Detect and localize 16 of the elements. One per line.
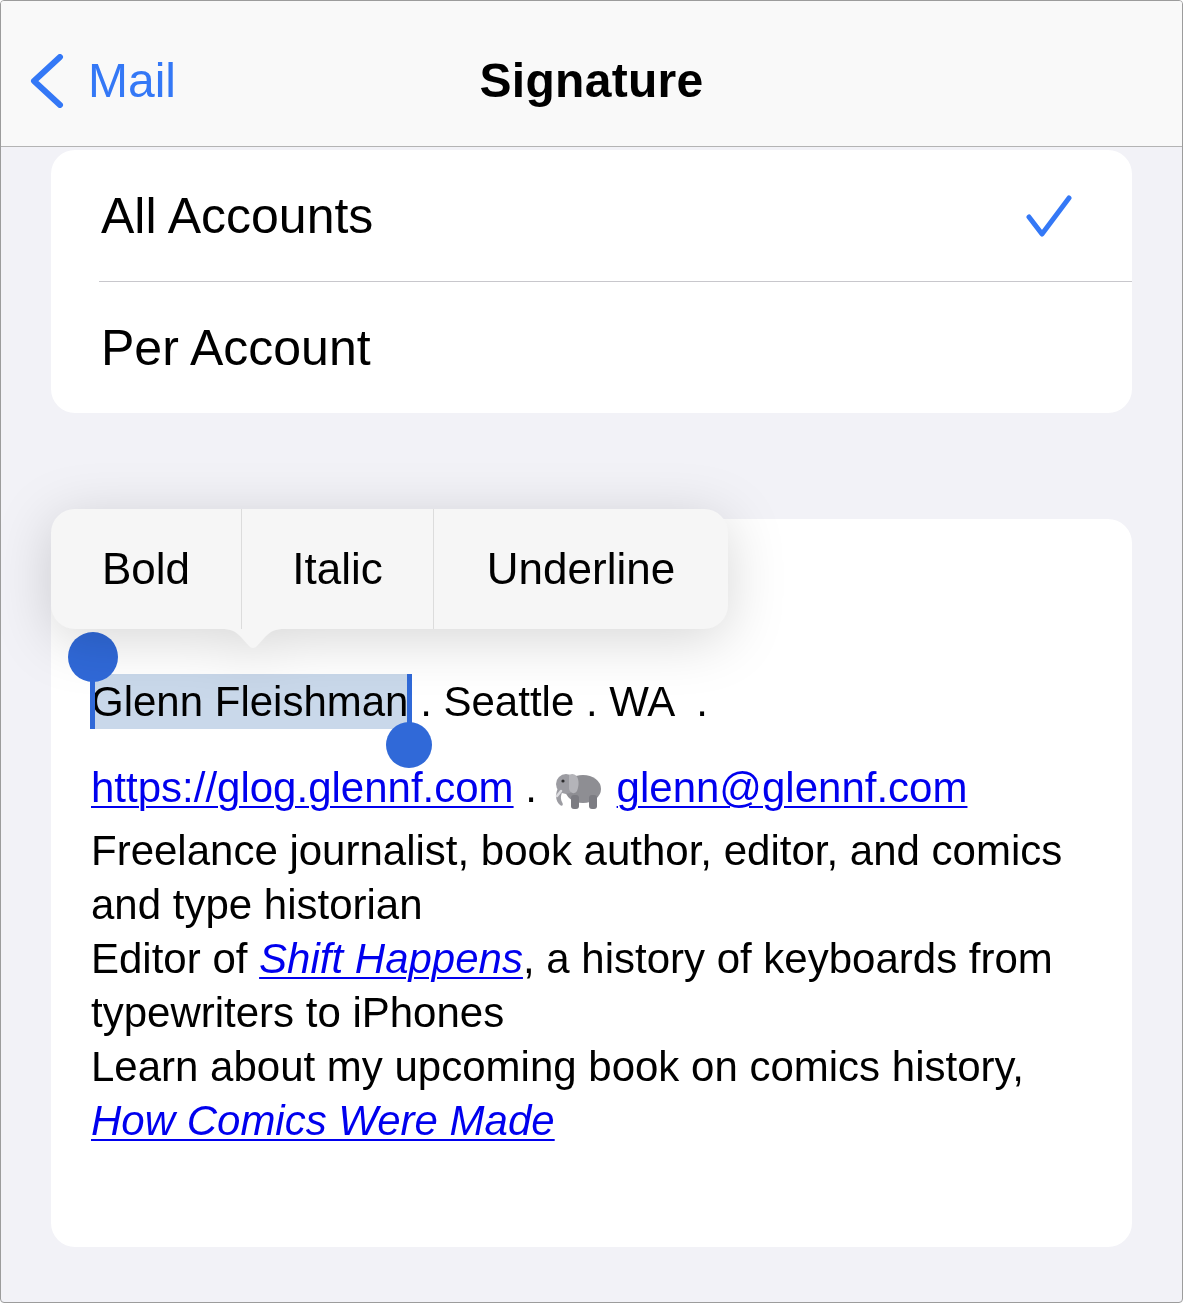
format-button[interactable]: Bold (51, 509, 241, 629)
link[interactable]: Shift Happens (259, 935, 523, 982)
link[interactable]: How Comics Were Made (91, 1097, 555, 1144)
format-button[interactable]: Italic (241, 509, 433, 629)
signature-line: Learn about my upcoming book on comics history, How Comics Were Made (91, 1042, 1026, 1146)
account-option[interactable]: All Accounts (51, 150, 1132, 281)
signature-line: Freelance journalist, book author, editor, and comics and type historian (91, 826, 1064, 930)
account-option[interactable]: Per Account (51, 282, 1132, 413)
screen-title: Signature (479, 53, 704, 108)
signature-line: Editor of Shift Happens, a history of keyboards from typewriters to iPhones (91, 934, 1054, 1038)
chevron-left-icon (30, 53, 64, 108)
back-button[interactable]: Mail (30, 53, 176, 108)
link[interactable]: https://glog.glennf.com (91, 764, 514, 811)
format-button[interactable]: Underline (433, 509, 728, 629)
signature-line: https://glog.glennf.com . glenn@glennf.com (91, 763, 969, 813)
link[interactable]: glenn@glennf.com (616, 764, 968, 811)
